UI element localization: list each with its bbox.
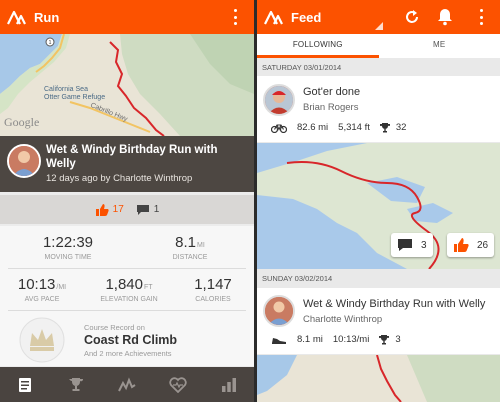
feed-entry[interactable]: Got'er done Brian Rogers 82.6 mi 5,314 f… (257, 76, 500, 142)
stats-divider (8, 310, 246, 311)
shoe-icon (272, 337, 286, 344)
map-terrain (257, 355, 500, 402)
run-screen: Run 1 California Sea Otter Game Refuge C… (0, 0, 254, 402)
achievement-row[interactable]: Course Record on Coast Rd Climb And 2 mo… (0, 314, 254, 366)
athlete-avatar[interactable] (263, 84, 295, 116)
social-bar: 17 1 (0, 195, 254, 224)
entry-map[interactable]: 3 26 (257, 143, 500, 269)
stats-divider (8, 268, 246, 269)
athlete-avatar[interactable] (263, 295, 295, 327)
avg-pace-label: AVG PACE (24, 296, 60, 303)
distance-unit: MI (197, 242, 205, 249)
feed-icon[interactable] (12, 372, 38, 398)
entry-distance: 82.6 mi (297, 122, 329, 133)
overflow-menu-icon[interactable] (480, 9, 484, 25)
run-app-bar: Run (0, 0, 254, 34)
feed-app-bar: Feed (257, 0, 500, 34)
feed-date-header: SUNDAY 03/02/2014 (262, 274, 333, 283)
entry-pace: 10:13/mi (332, 334, 370, 345)
calories-label: CALORIES (195, 296, 231, 303)
run-title: Run (34, 9, 60, 25)
bottom-navigation (0, 367, 254, 402)
feed-tabs: FOLLOWING ME (257, 34, 500, 58)
entry-achievements: 3 (395, 334, 401, 345)
map-label-sanctuary: California Sea Otter Game Refuge (44, 86, 106, 101)
entry-comment-count: 3 (421, 239, 427, 251)
stat-moving-time: 1:22:39 MOVING TIME (18, 234, 118, 261)
stat-distance: 8.1MI DISTANCE (140, 234, 240, 261)
entry-map[interactable] (257, 355, 500, 402)
moving-time-label: MOVING TIME (44, 254, 92, 261)
entry-title: Wet & Windy Birthday Run with Welly (303, 298, 486, 310)
entry-kudos-count: 26 (477, 239, 489, 251)
moving-time-value: 1:22:39 (42, 234, 94, 251)
distance-value: 8.1 (175, 234, 197, 251)
feed-entry[interactable]: Wet & Windy Birthday Run with Welly Char… (257, 288, 500, 354)
tab-me[interactable]: ME (379, 34, 500, 58)
stat-elevation: 1,840FT ELEVATION GAIN (86, 276, 172, 303)
kudos-button[interactable]: 17 (95, 203, 124, 216)
entry-distance: 8.1 mi (297, 334, 323, 345)
entry-stats: 8.1 mi 10:13/mi 3 (271, 334, 401, 345)
screenshot: Run 1 California Sea Otter Game Refuge C… (0, 0, 500, 402)
elevation-label: ELEVATION GAIN (100, 296, 158, 303)
kudos-count: 17 (112, 204, 124, 215)
activity-icon[interactable] (114, 372, 140, 398)
stat-avg-pace: 10:13/MI AVG PACE (4, 276, 80, 303)
notifications-icon[interactable] (437, 8, 453, 26)
refresh-icon[interactable] (403, 8, 421, 26)
comment-button[interactable]: 1 (136, 204, 160, 216)
trophy-icon (379, 334, 390, 344)
strava-logo-icon[interactable] (6, 8, 28, 26)
activity-subtitle: 12 days ago by Charlotte Winthrop (46, 173, 193, 184)
bike-icon (271, 123, 287, 133)
feed-title: Feed (291, 9, 322, 25)
entry-athlete: Charlotte Winthrop (303, 314, 383, 325)
heart-icon[interactable] (165, 372, 191, 398)
avg-pace-unit: /MI (56, 284, 67, 291)
thumbs-up-icon (454, 238, 469, 252)
activity-header[interactable]: Wet & Windy Birthday Run with Welly 12 d… (0, 136, 254, 192)
comment-count: 1 (153, 204, 160, 215)
crown-icon (19, 317, 65, 363)
record-caption: Course Record on (84, 323, 145, 332)
thumbs-up-icon (95, 203, 109, 216)
entry-athlete: Brian Rogers (303, 102, 359, 113)
google-logo: Google (4, 115, 40, 129)
elevation-value: 1,840 (105, 276, 143, 293)
entry-title: Got'er done (303, 86, 361, 98)
feed-screen: Feed FOLLOWING ME SATURDAY 03/01/2014 Go… (257, 0, 500, 402)
overflow-menu-icon[interactable] (234, 9, 238, 25)
athlete-avatar[interactable] (7, 144, 41, 178)
avg-pace-value: 10:13 (17, 276, 56, 293)
dropdown-corner-icon[interactable] (375, 22, 383, 30)
kudos-button[interactable]: 26 (447, 233, 495, 257)
feed-date-header: SATURDAY 03/01/2014 (262, 63, 342, 72)
route-map[interactable]: 1 California Sea Otter Game Refuge Cabri… (0, 34, 254, 136)
trophy-icon (379, 122, 390, 132)
comment-button[interactable]: 3 (391, 233, 433, 257)
record-segment-name: Coast Rd Climb (84, 333, 178, 347)
comment-icon (398, 239, 412, 251)
entry-stats: 82.6 mi 5,314 ft 32 (271, 122, 406, 133)
stat-calories: 1,147 CALORIES (176, 276, 250, 303)
comment-icon (136, 204, 149, 215)
record-more-achievements: And 2 more Achievements (84, 349, 172, 358)
stats-icon[interactable] (216, 372, 242, 398)
entry-achievements: 32 (395, 122, 407, 133)
svg-text:1: 1 (49, 40, 52, 46)
trophy-icon[interactable] (63, 372, 89, 398)
entry-elevation: 5,314 ft (338, 122, 370, 133)
distance-label: DISTANCE (172, 254, 208, 261)
elevation-unit: FT (143, 284, 153, 291)
activity-title: Wet & Windy Birthday Run with Welly (46, 144, 218, 170)
calories-value: 1,147 (194, 276, 232, 293)
strava-logo-icon[interactable] (263, 8, 285, 26)
tab-following[interactable]: FOLLOWING (257, 34, 379, 58)
